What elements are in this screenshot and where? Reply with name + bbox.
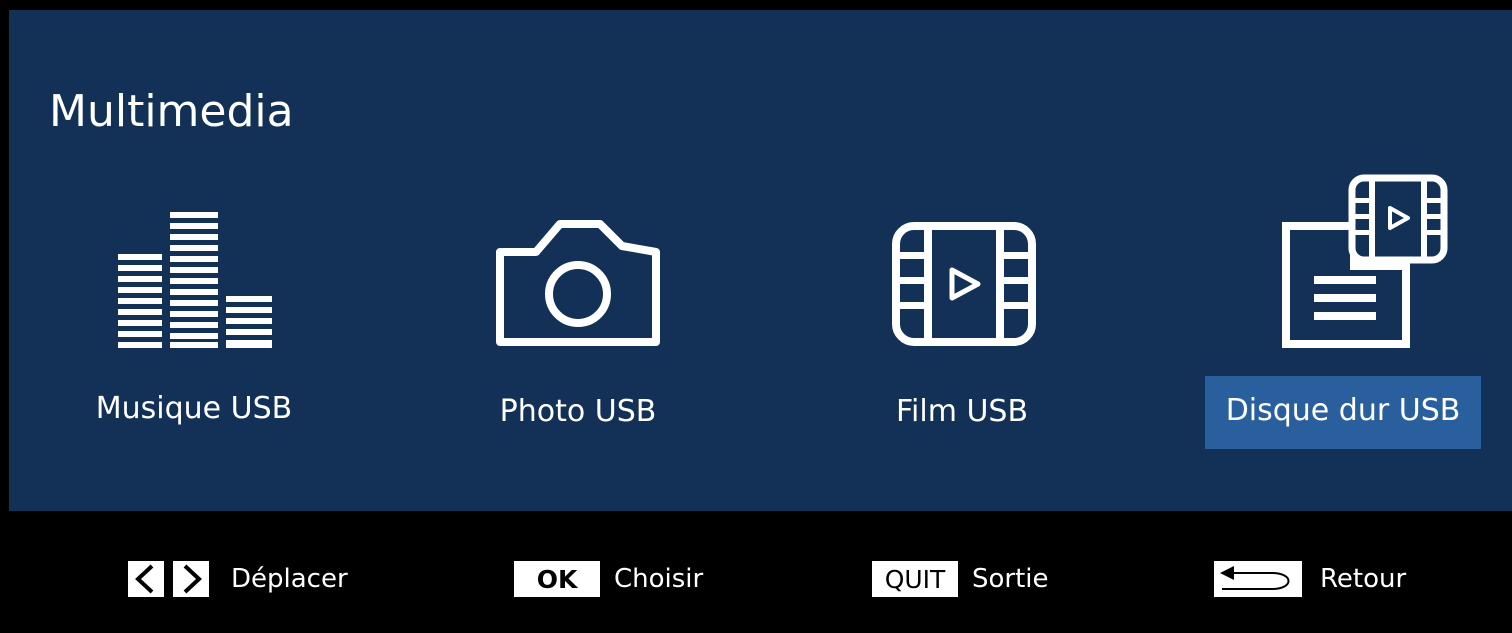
return-arrow-icon <box>1214 561 1302 597</box>
left-arrow-icon <box>128 561 164 597</box>
hint-label: Sortie <box>972 564 1049 594</box>
menu-item-photo-usb[interactable]: Photo USB <box>428 160 728 460</box>
menu-item-label: Disque dur USB <box>1225 393 1461 428</box>
hint-label: Déplacer <box>231 564 348 594</box>
page-title: Multimedia <box>49 86 294 137</box>
menu-item-disque-dur-usb[interactable]: Disque dur USB <box>1196 160 1512 460</box>
menu-item-film-usb[interactable]: Film USB <box>812 160 1112 460</box>
menu-item-musique-usb[interactable]: Musique USB <box>44 160 344 460</box>
hint-label: Retour <box>1320 564 1407 594</box>
ok-key: OK <box>514 561 600 597</box>
menu-item-label: Photo USB <box>499 394 657 429</box>
hint-back[interactable]: Retour <box>1214 559 1406 599</box>
right-arrow-icon <box>173 561 209 597</box>
menu-item-label: Musique USB <box>95 391 293 426</box>
hint-choose[interactable]: OK Choisir <box>514 559 703 599</box>
camera-icon <box>496 220 660 346</box>
hint-move[interactable]: Déplacer <box>128 559 348 599</box>
usb-drive-files-icon <box>1282 174 1448 348</box>
film-strip-icon <box>892 222 1036 346</box>
menu-item-label: Film USB <box>895 394 1029 429</box>
equalizer-bars-icon <box>118 212 272 348</box>
key-hint-bar: Déplacer OK Choisir QUIT Sortie Retour <box>0 511 1512 633</box>
hint-exit[interactable]: QUIT Sortie <box>872 559 1049 599</box>
hint-label: Choisir <box>614 564 704 594</box>
quit-key: QUIT <box>872 561 958 597</box>
